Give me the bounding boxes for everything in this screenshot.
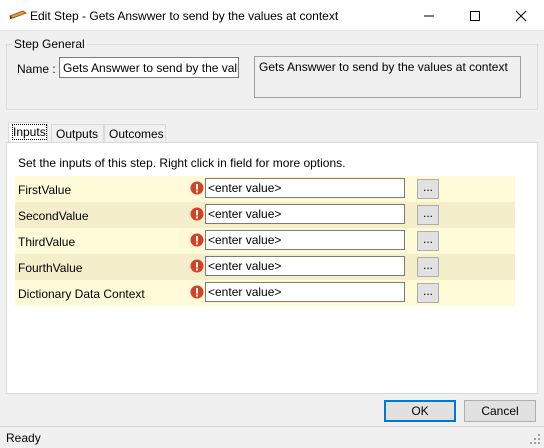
- step-general-legend: Step General: [12, 37, 87, 51]
- browse-button[interactable]: ...: [417, 283, 439, 303]
- browse-button[interactable]: ...: [417, 205, 439, 225]
- input-label: ThirdValue: [18, 235, 76, 249]
- browse-button[interactable]: ...: [417, 257, 439, 277]
- tab-outcomes-label: Outcomes: [109, 127, 164, 141]
- browse-button[interactable]: ...: [417, 179, 439, 199]
- name-input[interactable]: Gets Answwer to send by the values: [59, 57, 239, 78]
- input-value-field[interactable]: <enter value>: [205, 204, 405, 224]
- inputs-hint: Set the inputs of this step. Right click…: [18, 156, 346, 170]
- minimize-icon: [424, 15, 434, 16]
- maximize-icon: [470, 10, 480, 21]
- input-label: FirstValue: [18, 183, 72, 197]
- input-value-field[interactable]: <enter value>: [205, 256, 405, 276]
- tab-outputs[interactable]: Outputs: [51, 124, 104, 143]
- maximize-button[interactable]: [452, 0, 498, 31]
- input-row-dictionary-data-context: Dictionary Data Context <enter value> ..…: [15, 280, 515, 306]
- title-bar: Edit Step - Gets Answwer to send by the …: [0, 0, 544, 31]
- input-row-second-value: SecondValue <enter value> ...: [15, 202, 515, 228]
- edit-step-icon: [8, 8, 28, 22]
- error-icon: [190, 207, 204, 221]
- error-icon: [190, 181, 204, 195]
- status-bar: Ready: [0, 426, 544, 448]
- tab-inputs[interactable]: Inputs: [8, 122, 48, 144]
- minimize-button[interactable]: [406, 0, 452, 31]
- input-label: SecondValue: [18, 209, 89, 223]
- resize-grip-icon[interactable]: [529, 433, 541, 445]
- cancel-button[interactable]: Cancel: [464, 400, 536, 422]
- input-value-field[interactable]: <enter value>: [205, 178, 405, 198]
- error-icon: [190, 233, 204, 247]
- error-icon: [190, 259, 204, 273]
- input-label: FourthValue: [18, 261, 83, 275]
- tab-outcomes[interactable]: Outcomes: [104, 124, 166, 143]
- browse-button[interactable]: ...: [417, 231, 439, 251]
- input-row-third-value: ThirdValue <enter value> ...: [15, 228, 515, 254]
- input-value-field[interactable]: <enter value>: [205, 230, 405, 250]
- status-text: Ready: [6, 431, 41, 445]
- tab-inputs-label: Inputs: [12, 124, 47, 140]
- ok-button[interactable]: OK: [384, 400, 456, 422]
- input-value-field[interactable]: <enter value>: [205, 282, 405, 302]
- tab-outputs-label: Outputs: [56, 127, 99, 141]
- close-button[interactable]: [498, 0, 544, 31]
- input-row-first-value: FirstValue <enter value> ...: [15, 176, 515, 202]
- input-row-fourth-value: FourthValue <enter value> ...: [15, 254, 515, 280]
- error-icon: [190, 285, 204, 299]
- description-box[interactable]: Gets Answwer to send by the values at co…: [254, 56, 521, 98]
- name-label: Name :: [17, 62, 56, 76]
- close-icon: [515, 10, 527, 21]
- window-title: Edit Step - Gets Answwer to send by the …: [30, 9, 339, 23]
- input-label: Dictionary Data Context: [18, 287, 145, 301]
